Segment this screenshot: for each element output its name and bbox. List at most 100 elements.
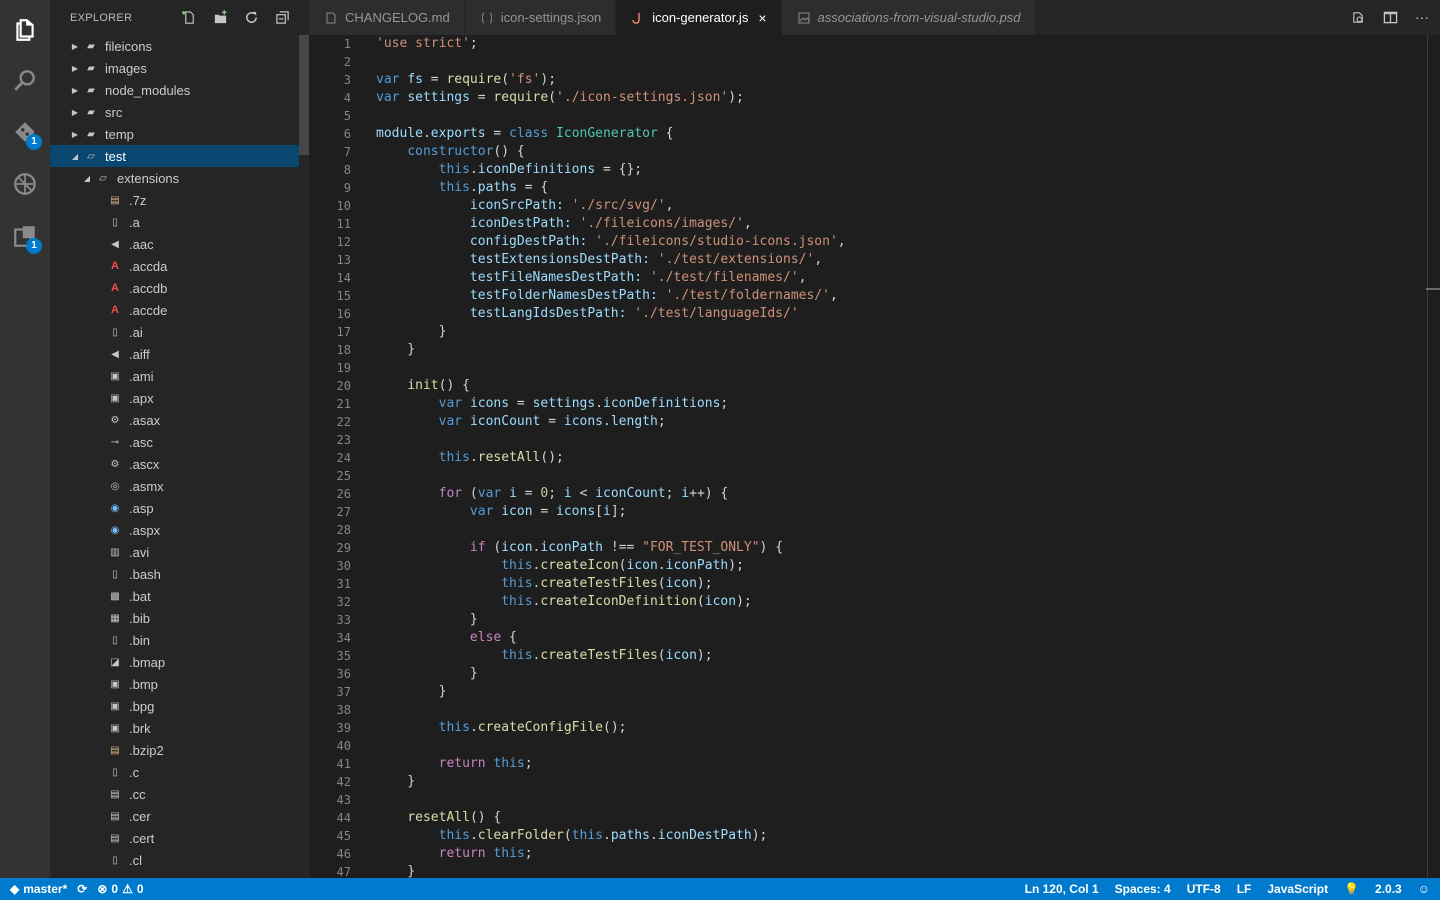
code-line[interactable]: iconDestPath: './fileicons/images/',: [376, 215, 846, 233]
sync-icon[interactable]: ⟳: [77, 882, 87, 896]
code-line[interactable]: return this;: [376, 845, 846, 863]
cursor-position[interactable]: Ln 120, Col 1: [1025, 882, 1099, 896]
open-changes-icon[interactable]: [1350, 9, 1366, 25]
code-line[interactable]: this.createTestFiles(icon);: [376, 647, 846, 665]
code-line[interactable]: [376, 737, 846, 755]
code-line[interactable]: var icon = icons[i];: [376, 503, 846, 521]
new-file-icon[interactable]: [181, 10, 198, 25]
feedback-smiley-icon[interactable]: ☺: [1418, 882, 1430, 896]
code-line[interactable]: return this;: [376, 755, 846, 773]
more-actions-icon[interactable]: ···: [1414, 9, 1430, 25]
tree-file[interactable]: A .accdb: [50, 277, 299, 299]
code-line[interactable]: this.iconDefinitions = {};: [376, 161, 846, 179]
tree-file[interactable]: ▤ .bzip2: [50, 739, 299, 761]
code-line[interactable]: this.createTestFiles(icon);: [376, 575, 846, 593]
git-branch[interactable]: ◆ master*: [10, 882, 67, 896]
code-line[interactable]: testFileNamesDestPath: './test/filenames…: [376, 269, 846, 287]
code-line[interactable]: }: [376, 683, 846, 701]
tree-folder[interactable]: ▶ ▰ node_modules: [50, 79, 299, 101]
tree-file[interactable]: ◀ .aiff: [50, 343, 299, 365]
chevron-right-icon[interactable]: ▶: [70, 42, 80, 51]
tree-file[interactable]: ◉ .aspx: [50, 519, 299, 541]
editor-tab[interactable]: associations-from-visual-studio.psd: [781, 0, 1036, 35]
tree-file[interactable]: ▯ .bin: [50, 629, 299, 651]
code-line[interactable]: [376, 359, 846, 377]
code-line[interactable]: init() {: [376, 377, 846, 395]
end-of-line[interactable]: LF: [1237, 882, 1252, 896]
code-line[interactable]: if (icon.iconPath !== "FOR_TEST_ONLY") {: [376, 539, 846, 557]
lightbulb-icon[interactable]: 💡: [1344, 882, 1359, 896]
code-line[interactable]: constructor() {: [376, 143, 846, 161]
tree-file[interactable]: ◎ .asmx: [50, 475, 299, 497]
code-editor[interactable]: 1 2 3 4 5 6 7 8 9 10 11 12 13 14 15 16 17 18 19 20 21 22 23 24 2…: [309, 35, 1440, 878]
tree-file[interactable]: ▦ .bib: [50, 607, 299, 629]
tree-file[interactable]: ⚙ .asax: [50, 409, 299, 431]
tree-folder[interactable]: ▶ ▰ images: [50, 57, 299, 79]
version-label[interactable]: 2.0.3: [1375, 882, 1402, 896]
tree-file[interactable]: ▣ .apx: [50, 387, 299, 409]
code-line[interactable]: configDestPath: './fileicons/studio-icon…: [376, 233, 846, 251]
search-icon[interactable]: [0, 60, 50, 100]
code-line[interactable]: this.paths = {: [376, 179, 846, 197]
code-line[interactable]: this.clearFolder(this.paths.iconDestPath…: [376, 827, 846, 845]
tree-file[interactable]: ◀ .aac: [50, 233, 299, 255]
code-line[interactable]: var iconCount = icons.length;: [376, 413, 846, 431]
editor-tab[interactable]: icon-settings.json: [464, 0, 617, 35]
code-line[interactable]: iconSrcPath: './src/svg/',: [376, 197, 846, 215]
code-content[interactable]: 'use strict'; var fs = require('fs'); var …: [376, 35, 846, 878]
code-line[interactable]: else {: [376, 629, 846, 647]
code-line[interactable]: [376, 521, 846, 539]
tree-file[interactable]: ▯ .a: [50, 211, 299, 233]
tree-file[interactable]: ⊸ .asc: [50, 431, 299, 453]
refresh-icon[interactable]: [243, 10, 260, 25]
code-line[interactable]: testFolderNamesDestPath: './test/foldern…: [376, 287, 846, 305]
tree-folder[interactable]: ▶ ▰ src: [50, 101, 299, 123]
tree-file[interactable]: ◪ .bmap: [50, 651, 299, 673]
code-line[interactable]: }: [376, 773, 846, 791]
code-line[interactable]: var icons = settings.iconDefinitions;: [376, 395, 846, 413]
tree-file[interactable]: ▤ .cert: [50, 827, 299, 849]
tree-file[interactable]: ▩ .bat: [50, 585, 299, 607]
code-line[interactable]: module.exports = class IconGenerator {: [376, 125, 846, 143]
tree-file[interactable]: A .accda: [50, 255, 299, 277]
code-line[interactable]: [376, 107, 846, 125]
code-line[interactable]: this.createIcon(icon.iconPath);: [376, 557, 846, 575]
chevron-right-icon[interactable]: ▶: [70, 86, 80, 95]
tree-file[interactable]: ▯ .c: [50, 761, 299, 783]
code-line[interactable]: testExtensionsDestPath: './test/extensio…: [376, 251, 846, 269]
tree-folder[interactable]: ◢ ▱ test: [50, 145, 299, 167]
code-line[interactable]: [376, 431, 846, 449]
tree-folder[interactable]: ▶ ▰ temp: [50, 123, 299, 145]
code-line[interactable]: this.createIconDefinition(icon);: [376, 593, 846, 611]
code-line[interactable]: for (var i = 0; i < iconCount; i++) {: [376, 485, 846, 503]
tree-file[interactable]: ⚙ .ascx: [50, 453, 299, 475]
editor-tab[interactable]: CHANGELOG.md: [309, 0, 465, 35]
chevron-down-icon[interactable]: ◢: [82, 174, 92, 183]
code-line[interactable]: this.resetAll();: [376, 449, 846, 467]
tree-file[interactable]: ▣ .bmp: [50, 673, 299, 695]
split-editor-icon[interactable]: [1382, 9, 1398, 25]
code-line[interactable]: }: [376, 323, 846, 341]
overview-ruler[interactable]: [1427, 35, 1428, 878]
extensions-icon[interactable]: 1: [0, 216, 50, 256]
close-icon[interactable]: ×: [758, 10, 766, 26]
tree-folder[interactable]: ◢ ▱ extensions: [50, 167, 299, 189]
code-line[interactable]: [376, 53, 846, 71]
code-line[interactable]: [376, 701, 846, 719]
code-line[interactable]: }: [376, 341, 846, 359]
new-folder-icon[interactable]: [212, 10, 229, 25]
tree-file[interactable]: ▯ .bash: [50, 563, 299, 585]
chevron-right-icon[interactable]: ▶: [70, 64, 80, 73]
code-line[interactable]: }: [376, 665, 846, 683]
code-line[interactable]: }: [376, 611, 846, 629]
tree-file[interactable]: ▯ .ai: [50, 321, 299, 343]
explorer-icon[interactable]: [0, 10, 50, 50]
editor-tab[interactable]: icon-generator.js ×: [616, 0, 782, 35]
code-line[interactable]: [376, 791, 846, 809]
tree-folder[interactable]: ▶ ▰ fileicons: [50, 35, 299, 57]
chevron-right-icon[interactable]: ▶: [70, 108, 80, 117]
tree-file[interactable]: ▤ .cer: [50, 805, 299, 827]
tree-file[interactable]: ▤ .cc: [50, 783, 299, 805]
code-line[interactable]: var settings = require('./icon-settings.…: [376, 89, 846, 107]
tree-file[interactable]: ▥ .avi: [50, 541, 299, 563]
